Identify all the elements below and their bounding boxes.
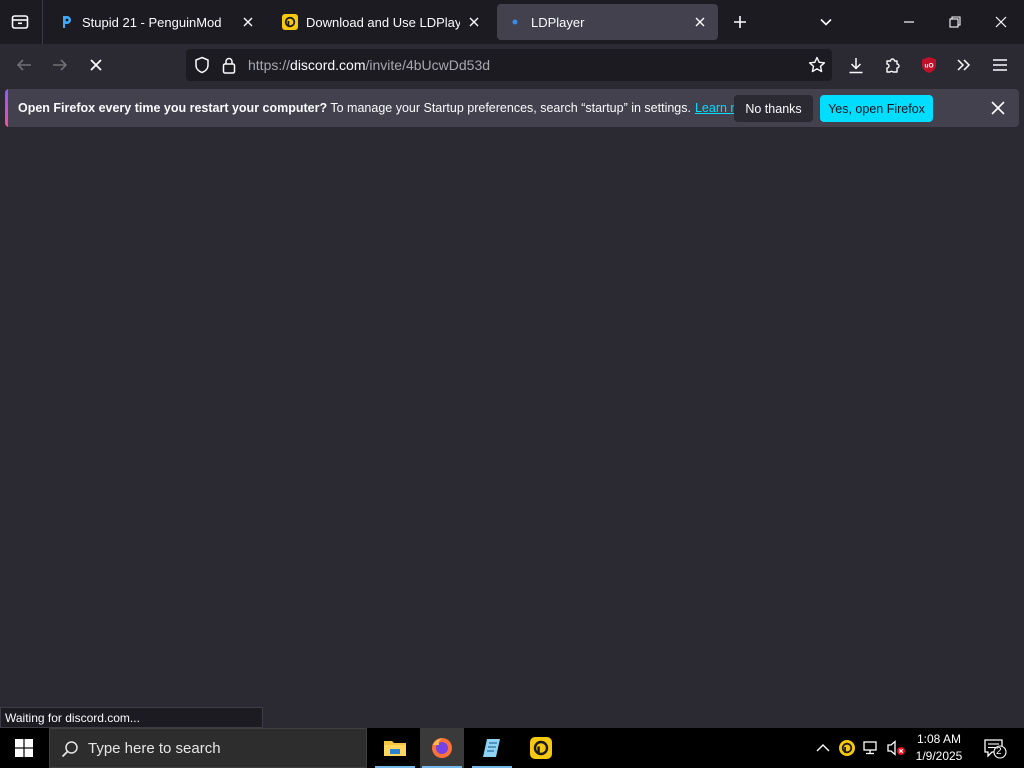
downloads-icon[interactable] (844, 53, 868, 77)
firefox-icon (432, 738, 452, 758)
overflow-chevron-icon[interactable] (952, 53, 976, 77)
folder-icon (384, 741, 406, 756)
tab-title: Download and Use LDPlayer on (306, 14, 460, 30)
firefox-taskbar-button[interactable] (420, 728, 464, 768)
address-bar[interactable]: https://discord.com/invite/4bUcwDd53d (186, 49, 832, 81)
notification-body-text: To manage your Startup preferences, sear… (327, 101, 691, 115)
hamburger-menu-icon[interactable] (988, 53, 1012, 77)
tab-title: LDPlayer (531, 14, 585, 30)
default-browser-notification-bar: Open Firefox every time you restart your… (5, 89, 1019, 127)
penguinmod-favicon-icon (58, 14, 74, 30)
notification-bold-text: Open Firefox every time you restart your… (18, 101, 328, 115)
file-explorer-taskbar-button[interactable] (373, 728, 417, 768)
stop-loading-icon[interactable] (84, 53, 108, 77)
close-window-icon[interactable] (990, 11, 1012, 33)
extensions-puzzle-icon[interactable] (880, 53, 904, 77)
bookmark-star-icon[interactable] (807, 55, 827, 75)
yes-open-firefox-button[interactable]: Yes, open Firefox (820, 95, 933, 122)
windows-start-icon[interactable] (12, 737, 36, 759)
taskbar-search-box[interactable]: Type here to search (49, 728, 367, 768)
ldplayer-tray-icon[interactable] (837, 738, 857, 758)
close-notification-icon[interactable] (988, 98, 1008, 118)
show-hidden-icons-chevron-icon[interactable] (814, 738, 832, 758)
navigation-toolbar: https://discord.com/invite/4bUcwDd53d uO (0, 44, 1024, 86)
tab-ldplayer-download[interactable]: Download and Use LDPlayer on (272, 4, 492, 40)
list-tabs-chevron-icon[interactable] (814, 11, 838, 33)
ldplayer-taskbar-button[interactable] (519, 728, 563, 768)
taskbar-clock[interactable]: 1:08 AM 1/9/2025 (914, 731, 964, 765)
tab-ldplayer-active[interactable]: LDPlayer (497, 4, 718, 40)
status-panel: Waiting for discord.com... (0, 707, 263, 728)
firefox-view-icon[interactable] (9, 12, 31, 32)
ldplayer-icon (530, 737, 552, 759)
tab-title: Stupid 21 - PenguinMod (82, 14, 222, 30)
back-arrow-icon[interactable] (12, 53, 36, 77)
url-scheme: https:// (248, 57, 291, 73)
page-content-area (0, 130, 1024, 728)
tab-close-icon[interactable] (240, 14, 256, 30)
loading-dot-icon (507, 14, 523, 30)
svg-text:uO: uO (924, 63, 933, 70)
windows-taskbar: Type here to search 1:08 AM 1/9/2025 2 (0, 728, 1024, 768)
notepad-taskbar-button[interactable] (470, 728, 514, 768)
url-path: /invite/4bUcwDd53d (365, 57, 491, 73)
search-icon (60, 739, 80, 759)
action-center-icon[interactable]: 2 (980, 736, 1010, 760)
url-host: discord.com (290, 57, 366, 73)
ublock-origin-icon[interactable]: uO (917, 53, 941, 77)
forward-arrow-icon[interactable] (48, 53, 72, 77)
tab-close-icon[interactable] (692, 14, 708, 30)
notepad-icon (483, 739, 500, 757)
clock-time: 1:08 AM (916, 732, 962, 746)
lock-icon[interactable] (220, 56, 238, 74)
network-icon[interactable] (861, 738, 881, 758)
tab-separator (42, 0, 43, 44)
tab-strip: Stupid 21 - PenguinMod Download and Use … (0, 0, 1024, 44)
tab-penguinmod[interactable]: Stupid 21 - PenguinMod (48, 4, 266, 40)
volume-muted-icon[interactable] (885, 738, 907, 758)
tab-close-icon[interactable] (466, 14, 482, 30)
notification-count-badge: 2 (996, 746, 1002, 757)
notification-message: Open Firefox every time you restart your… (18, 101, 759, 115)
clock-date: 1/9/2025 (915, 749, 963, 763)
notification-accent-stripe (5, 89, 8, 127)
url-text[interactable]: https://discord.com/invite/4bUcwDd53d (248, 57, 490, 73)
tracking-protection-shield-icon[interactable] (193, 56, 211, 74)
ldplayer-favicon-icon (282, 14, 298, 30)
search-placeholder: Type here to search (88, 740, 221, 757)
new-tab-plus-icon[interactable] (728, 11, 752, 33)
minimize-icon[interactable] (898, 11, 920, 33)
no-thanks-button[interactable]: No thanks (734, 95, 813, 122)
restore-icon[interactable] (944, 11, 966, 33)
